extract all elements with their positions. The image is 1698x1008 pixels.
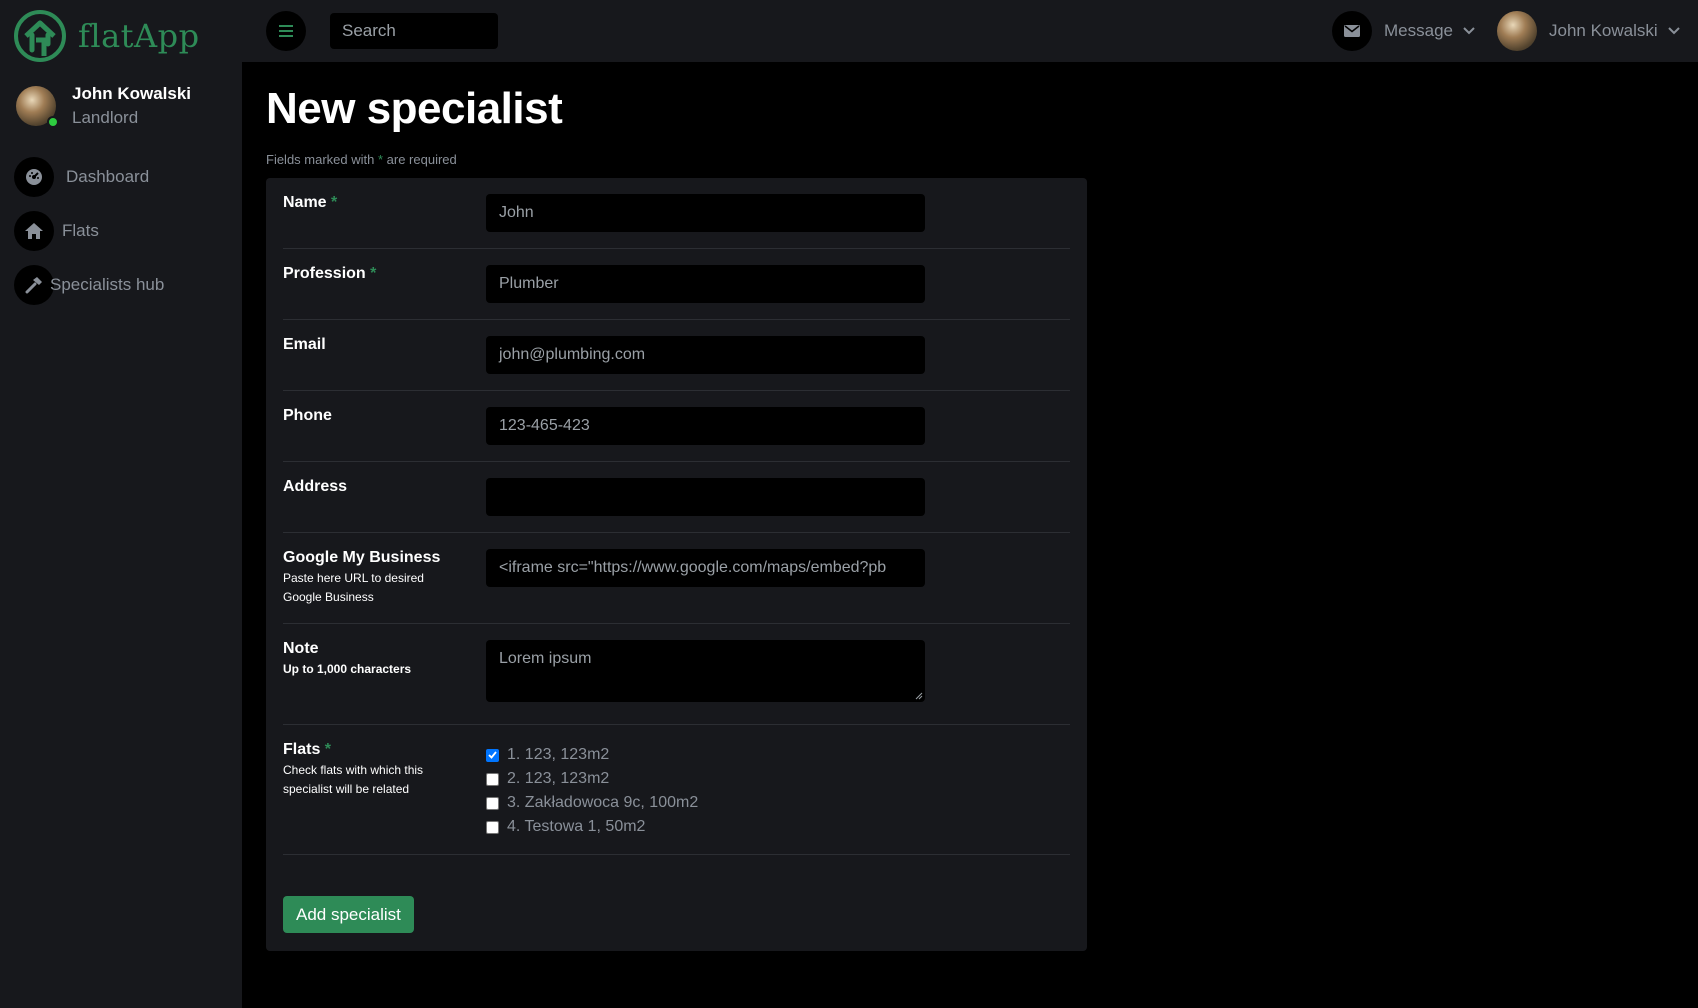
top-bar: Message John Kowalski [242, 0, 1698, 62]
name-input[interactable]: John [486, 194, 925, 232]
form-row-profession: Profession * Plumber [283, 249, 1070, 320]
user-role: Landlord [72, 108, 139, 127]
profession-label: Profession [283, 265, 366, 282]
add-specialist-button[interactable]: Add specialist [283, 896, 414, 933]
flats-hint-line: Check flats with which this [283, 763, 424, 777]
checkbox[interactable] [486, 772, 499, 786]
envelope-icon [1332, 11, 1372, 51]
resize-handle-icon[interactable] [915, 692, 923, 700]
form-row-google-my-business: Google My Business Paste here URL to des… [283, 533, 1070, 624]
checkbox-checked[interactable] [486, 748, 499, 762]
sidebar-item-dashboard[interactable]: Dashboard [14, 157, 164, 197]
flats-hint-line: specialist will be related [283, 782, 410, 796]
form-row-note: Note Up to 1,000 characters Lorem ipsum [283, 624, 1070, 725]
flats-hint: Check flats with which this specialist wi… [283, 761, 423, 799]
page-title: New specialist [266, 84, 563, 133]
note-hint: Up to 1,000 characters [283, 662, 412, 676]
required-note-prefix: Fields marked with [266, 152, 378, 167]
flat-option-label: 3. Zakładowoca 9c, 100m2 [507, 794, 699, 811]
flat-option-label: 4. Testowa 1, 50m2 [507, 818, 646, 835]
field-label: Note Up to 1,000 characters [283, 640, 411, 679]
sidebar: flatApp John Kowalski Landlord Dashboard… [0, 0, 242, 1008]
hamburger-icon [279, 25, 293, 37]
user-panel[interactable]: John Kowalski Landlord [16, 84, 191, 128]
message-dropdown[interactable]: Message [1332, 11, 1475, 51]
note-placeholder: Lorem ipsum [499, 650, 592, 667]
new-specialist-form: Name * John Profession * Plumber Email j… [266, 178, 1087, 951]
dashboard-icon [14, 157, 54, 197]
search-input[interactable] [330, 13, 498, 49]
flat-checkbox-option[interactable]: 2. 123, 123m2 [486, 767, 698, 791]
checkbox[interactable] [486, 796, 499, 810]
flats-checkbox-list: 1. 123, 123m2 2. 123, 123m2 3. Zakładowo… [486, 743, 698, 839]
required-star: * [324, 741, 332, 758]
message-label: Message [1384, 21, 1453, 40]
address-input[interactable] [486, 478, 925, 516]
email-input[interactable]: john@plumbing.com [486, 336, 925, 374]
user-name: John Kowalski [72, 84, 192, 103]
google-hint-line: Google Business [283, 590, 374, 604]
brand[interactable]: flatApp [14, 10, 200, 62]
address-label: Address [283, 478, 348, 495]
note-label: Note [283, 640, 319, 657]
avatar [1497, 11, 1537, 51]
chevron-down-icon [1463, 27, 1475, 35]
phone-input[interactable]: 123-465-423 [486, 407, 925, 445]
checkbox[interactable] [486, 820, 499, 834]
sidebar-nav: Dashboard Flats Specialists hub [14, 157, 164, 319]
google-hint: Paste here URL to desired Google Business [283, 569, 440, 607]
google-business-input[interactable]: <iframe src="https://www.google.com/maps… [486, 549, 925, 587]
google-hint-line: Paste here URL to desired [283, 571, 424, 585]
email-label: Email [283, 336, 326, 353]
note-textarea[interactable]: Lorem ipsum [486, 640, 925, 702]
google-label: Google My Business [283, 549, 441, 566]
sidebar-item-label: Specialists hub [50, 275, 165, 294]
flat-option-label: 2. 123, 123m2 [507, 770, 610, 787]
flat-option-label: 1. 123, 123m2 [507, 746, 610, 763]
form-row-name: Name * John [283, 178, 1070, 249]
form-row-phone: Phone 123-465-423 [283, 391, 1070, 462]
online-status-dot [47, 116, 59, 128]
profile-dropdown[interactable]: John Kowalski [1497, 11, 1680, 51]
avatar [16, 86, 59, 128]
sidebar-item-flats[interactable]: Flats [14, 211, 164, 251]
flat-checkbox-option[interactable]: 4. Testowa 1, 50m2 [486, 815, 698, 839]
chevron-down-icon [1667, 27, 1680, 35]
required-fields-note: Fields marked with * are required [266, 152, 457, 167]
home-icon [14, 211, 54, 251]
sidebar-item-label: Dashboard [66, 167, 150, 186]
flats-label: Flats [283, 741, 321, 758]
menu-toggle-button[interactable] [266, 11, 306, 51]
sidebar-item-specialists-hub[interactable]: Specialists hub [14, 265, 164, 305]
required-star: * [370, 265, 377, 282]
phone-label: Phone [283, 407, 332, 424]
brand-name: flatApp [78, 17, 200, 55]
form-row-email: Email john@plumbing.com [283, 320, 1070, 391]
hammer-icon [14, 265, 54, 305]
flat-checkbox-option[interactable]: 1. 123, 123m2 [486, 743, 698, 767]
profession-input[interactable]: Plumber [486, 265, 925, 303]
sidebar-item-label: Flats [62, 221, 99, 240]
name-label: Name [283, 194, 327, 211]
flatapp-logo-icon [14, 10, 66, 62]
required-note-suffix: are required [383, 152, 457, 167]
flat-checkbox-option[interactable]: 3. Zakładowoca 9c, 100m2 [486, 791, 698, 815]
field-label: Flats * Check flats with which this speci… [283, 741, 423, 799]
field-label: Google My Business Paste here URL to des… [283, 549, 440, 607]
field-label: Name * [283, 194, 337, 212]
form-row-address: Address [283, 462, 1070, 533]
field-label: Profession * [283, 265, 376, 283]
profile-name: John Kowalski [1549, 21, 1658, 40]
required-star: * [331, 194, 338, 211]
form-row-flats: Flats * Check flats with which this speci… [283, 725, 1070, 855]
